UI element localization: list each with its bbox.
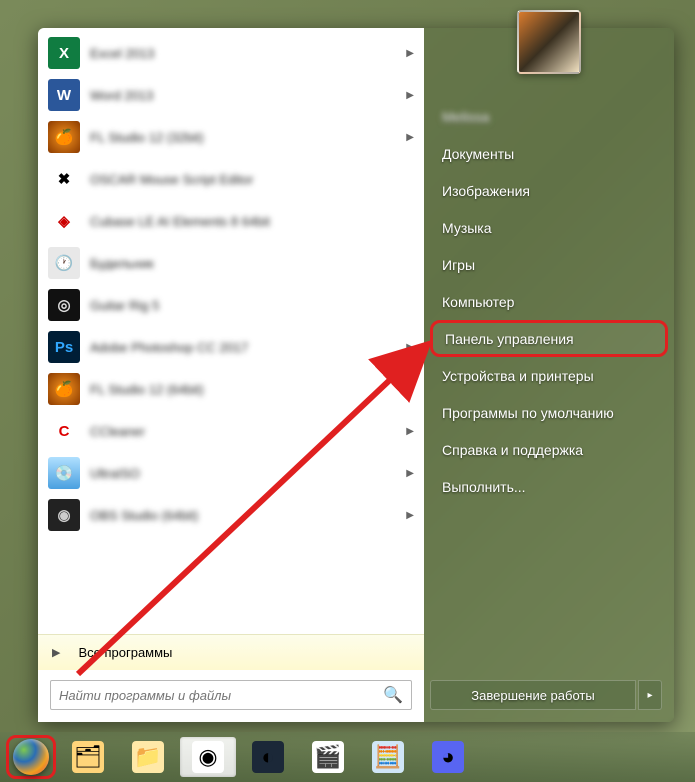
explorer-icon: 🗂 — [72, 741, 104, 773]
chrome-icon: ◉ — [192, 741, 224, 773]
taskbar-item-steam[interactable]: ◐ — [240, 737, 296, 777]
program-icon: 🍊 — [48, 373, 80, 405]
calculator-icon: 🧮 — [372, 741, 404, 773]
program-label: CCleaner — [90, 424, 406, 439]
user-picture[interactable] — [517, 10, 581, 74]
right-menu-item[interactable]: Устройства и принтеры — [430, 357, 668, 394]
shutdown-row: Завершение работы ▸ — [424, 670, 674, 722]
program-label: Word 2013 — [90, 88, 406, 103]
right-menu-item[interactable]: Изображения — [430, 172, 668, 209]
program-item[interactable]: 💿 UltraISO▶ — [40, 452, 422, 494]
program-label: UltraISO — [90, 466, 406, 481]
program-item[interactable]: W Word 2013▶ — [40, 74, 422, 116]
steam-icon: ◐ — [252, 741, 284, 773]
chevron-right-icon: ▶ — [406, 426, 414, 437]
program-icon: 🕐 — [48, 247, 80, 279]
program-label: FL Studio 12 (32bit) — [90, 130, 406, 145]
right-menu-item[interactable]: Музыка — [430, 209, 668, 246]
search-container: 🔍 — [38, 670, 424, 722]
programs-list: XExcel 2013▶WWord 2013▶🍊FL Studio 12 (32… — [38, 28, 424, 634]
program-label: OSCAR Mouse Script Editor — [90, 172, 414, 187]
chevron-right-icon: ▶ — [406, 384, 414, 395]
all-programs-label: Все программы — [78, 645, 172, 660]
chevron-right-icon: ▶ — [406, 468, 414, 479]
program-icon: C — [48, 415, 80, 447]
program-icon: X — [48, 37, 80, 69]
program-label: Будильник — [90, 256, 414, 271]
chevron-right-icon: ▶ — [406, 90, 414, 101]
search-input[interactable] — [59, 688, 383, 703]
start-button[interactable] — [6, 735, 56, 779]
program-label: FL Studio 12 (64bit) — [90, 382, 406, 397]
program-item[interactable]: ◉ OBS Studio (64bit)▶ — [40, 494, 422, 536]
program-label: Adobe Photoshop CC 2017 — [90, 340, 406, 355]
program-item[interactable]: 🍊 FL Studio 12 (32bit)▶ — [40, 116, 422, 158]
taskbar: 🗂 📁 ◉ ◐ 🎬 🧮 ◕ — [0, 732, 695, 782]
taskbar-item-calculator[interactable]: 🧮 — [360, 737, 416, 777]
taskbar-items: 🗂 📁 ◉ ◐ 🎬 🧮 ◕ — [60, 737, 476, 777]
right-menu-list: Melissa ДокументыИзображенияМузыкаИгрыКо… — [424, 98, 674, 670]
program-item[interactable]: ◈ Cubase LE AI Elements 8 64bit — [40, 200, 422, 242]
right-menu-item[interactable]: Компьютер — [430, 283, 668, 320]
program-item[interactable]: 🍊 FL Studio 12 (64bit)▶ — [40, 368, 422, 410]
program-icon: 🍊 — [48, 121, 80, 153]
discord-icon: ◕ — [432, 741, 464, 773]
program-item[interactable]: 🕐 Будильник — [40, 242, 422, 284]
program-icon: W — [48, 79, 80, 111]
mpc-icon: 🎬 — [312, 741, 344, 773]
right-menu-item[interactable]: Справка и поддержка — [430, 431, 668, 468]
taskbar-item-mpc[interactable]: 🎬 — [300, 737, 356, 777]
start-menu-left-panel: XExcel 2013▶WWord 2013▶🍊FL Studio 12 (32… — [38, 28, 424, 722]
shutdown-options-button[interactable]: ▸ — [638, 680, 662, 710]
program-icon: ◎ — [48, 289, 80, 321]
taskbar-item-folder[interactable]: 📁 — [120, 737, 176, 777]
search-box[interactable]: 🔍 — [50, 680, 412, 710]
right-menu-item[interactable]: Выполнить... — [430, 468, 668, 505]
program-item[interactable]: X Excel 2013▶ — [40, 32, 422, 74]
program-label: Excel 2013 — [90, 46, 406, 61]
all-programs-button[interactable]: ▶ Все программы — [38, 634, 424, 670]
username-label[interactable]: Melissa — [430, 98, 668, 135]
folder-icon: 📁 — [132, 741, 164, 773]
program-item[interactable]: C CCleaner▶ — [40, 410, 422, 452]
right-menu-item[interactable]: Игры — [430, 246, 668, 283]
program-icon: Ps — [48, 331, 80, 363]
taskbar-item-explorer[interactable]: 🗂 — [60, 737, 116, 777]
program-icon: 💿 — [48, 457, 80, 489]
right-menu-item[interactable]: Программы по умолчанию — [430, 394, 668, 431]
chevron-right-icon: ▶ — [406, 48, 414, 59]
chevron-right-icon: ▶ — [406, 510, 414, 521]
program-icon: ✖ — [48, 163, 80, 195]
program-label: Cubase LE AI Elements 8 64bit — [90, 214, 414, 229]
right-menu-item[interactable]: Панель управления — [430, 320, 668, 357]
start-menu-right-panel: Melissa ДокументыИзображенияМузыкаИгрыКо… — [424, 28, 674, 722]
play-icon: ▶ — [52, 646, 60, 659]
program-icon: ◈ — [48, 205, 80, 237]
program-item[interactable]: ◎ Guitar Rig 5 — [40, 284, 422, 326]
program-label: OBS Studio (64bit) — [90, 508, 406, 523]
start-menu: XExcel 2013▶WWord 2013▶🍊FL Studio 12 (32… — [38, 28, 674, 722]
shutdown-button[interactable]: Завершение работы — [430, 680, 636, 710]
right-menu-item[interactable]: Документы — [430, 135, 668, 172]
search-icon: 🔍 — [383, 685, 403, 705]
program-item[interactable]: Ps Adobe Photoshop CC 2017▶ — [40, 326, 422, 368]
program-item[interactable]: ✖ OSCAR Mouse Script Editor — [40, 158, 422, 200]
program-label: Guitar Rig 5 — [90, 298, 414, 313]
chevron-right-icon: ▶ — [406, 342, 414, 353]
chevron-right-icon: ▸ — [647, 690, 652, 701]
chevron-right-icon: ▶ — [406, 132, 414, 143]
windows-logo-icon — [13, 739, 49, 775]
program-icon: ◉ — [48, 499, 80, 531]
taskbar-item-discord[interactable]: ◕ — [420, 737, 476, 777]
taskbar-item-chrome[interactable]: ◉ — [180, 737, 236, 777]
